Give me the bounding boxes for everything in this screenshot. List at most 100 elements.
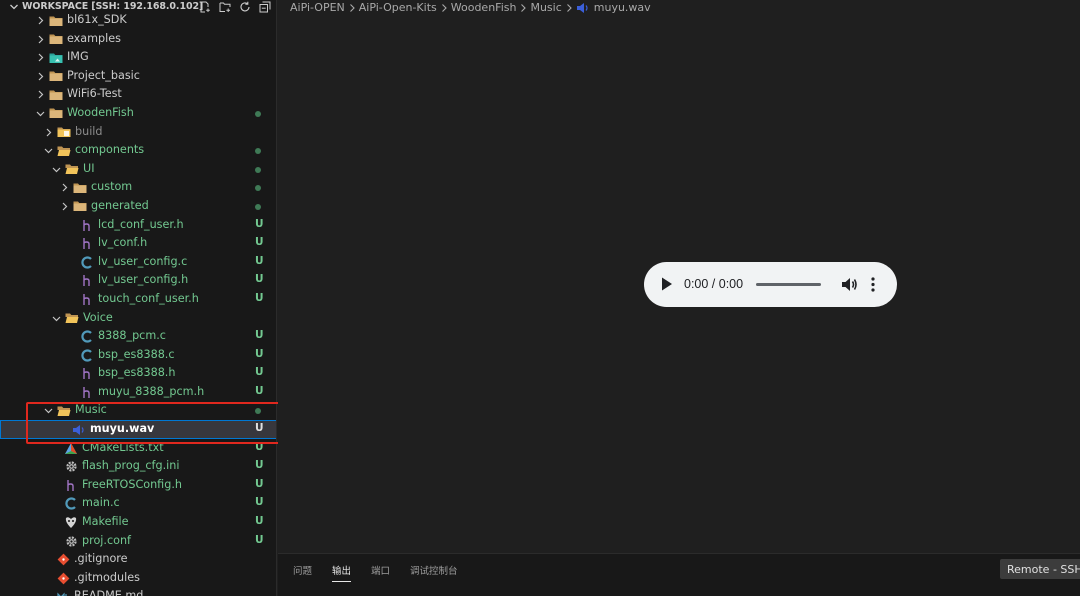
tree-item-label: lcd_conf_user.h xyxy=(98,217,184,231)
tree-item-label: components xyxy=(75,143,145,157)
tree-file-item[interactable]: bsp_es8388.h U xyxy=(0,364,276,383)
c-file-icon xyxy=(80,330,94,343)
tab-debug-console[interactable]: 调试控制台 xyxy=(410,563,458,581)
tree-item-label: .gitignore xyxy=(74,552,128,566)
chevron-right-icon[interactable] xyxy=(60,183,69,192)
tree-file-item[interactable]: .gitmodules xyxy=(0,569,276,588)
header-file-icon xyxy=(80,274,94,287)
tree-folder-item[interactable]: generated xyxy=(0,197,276,216)
git-status-badge: U xyxy=(255,384,264,397)
tree-folder-item[interactable]: examples xyxy=(0,30,276,49)
tree-file-item[interactable]: bsp_es8388.c U xyxy=(0,346,276,365)
chevron-right-icon xyxy=(349,3,355,12)
chevron-right-icon[interactable] xyxy=(36,35,45,44)
git-modified-dot xyxy=(255,110,261,117)
git-status-badge: U xyxy=(255,440,264,453)
tab-output[interactable]: 输出 xyxy=(332,563,352,582)
chevron-right-icon[interactable] xyxy=(60,202,69,211)
tree-item-label: Makefile xyxy=(82,515,129,529)
tree-file-item[interactable]: .gitignore xyxy=(0,550,276,569)
folder-icon xyxy=(73,200,87,213)
folder-icon xyxy=(49,33,63,46)
tree-file-item[interactable]: flash_prog_cfg.ini U xyxy=(0,457,276,476)
tree-file-item[interactable]: README.md xyxy=(0,587,276,596)
tree-folder-item[interactable]: build xyxy=(0,123,276,142)
tree-file-item[interactable]: Makefile U xyxy=(0,513,276,532)
chevron-right-icon[interactable] xyxy=(44,128,53,137)
tree-folder-item[interactable]: custom xyxy=(0,178,276,197)
folder-open-icon xyxy=(65,163,79,176)
settings-file-icon xyxy=(64,535,78,548)
tree-item-label: UI xyxy=(83,161,95,175)
tab-problems[interactable]: 问题 xyxy=(293,563,312,581)
chevron-right-icon[interactable] xyxy=(36,90,45,99)
chevron-down-icon[interactable] xyxy=(52,314,61,323)
breadcrumb-item-current[interactable]: muyu.wav xyxy=(576,1,651,14)
tree-folder-item[interactable]: bl61x_SDK xyxy=(0,11,276,30)
git-status-badge: U xyxy=(255,273,264,286)
chevron-down-icon[interactable] xyxy=(36,109,45,118)
audio-progress-slider[interactable] xyxy=(756,283,821,286)
tree-item-label: touch_conf_user.h xyxy=(98,291,199,305)
tree-folder-item[interactable]: Project_basic xyxy=(0,67,276,86)
tree-file-item[interactable]: lv_user_config.c U xyxy=(0,253,276,272)
tree-item-label: muyu.wav xyxy=(90,422,155,436)
tree-file-item[interactable]: proj.conf U xyxy=(0,532,276,551)
tree-item-label: README.md xyxy=(74,589,144,596)
tree-file-item[interactable]: main.c U xyxy=(0,494,276,513)
chevron-right-icon[interactable] xyxy=(36,53,45,62)
chevron-right-icon xyxy=(566,3,572,12)
tree-item-label: Voice xyxy=(83,310,113,324)
chevron-right-icon[interactable] xyxy=(36,72,45,81)
breadcrumb-item[interactable]: AiPi-OPEN xyxy=(290,1,345,14)
tree-item-label: IMG xyxy=(67,50,89,64)
tree-item-label: generated xyxy=(91,198,149,212)
tab-ports[interactable]: 端口 xyxy=(371,563,390,581)
git-modified-dot xyxy=(255,203,261,210)
tree-folder-item[interactable]: IMG xyxy=(0,48,276,67)
chevron-down-icon[interactable] xyxy=(44,406,53,415)
git-status-badge: U xyxy=(255,347,264,360)
play-icon[interactable] xyxy=(661,277,673,291)
folder-open-icon xyxy=(57,404,71,417)
tree-folder-item[interactable]: WoodenFish xyxy=(0,104,276,123)
c-file-icon xyxy=(80,256,94,269)
tree-file-item[interactable]: lcd_conf_user.h U xyxy=(0,216,276,235)
tree-file-item[interactable]: muyu.wav U xyxy=(0,420,276,439)
remote-ssh-button[interactable]: Remote - SSH xyxy=(1000,559,1080,579)
folder-icon xyxy=(49,70,63,83)
tree-folder-item[interactable]: WiFi6-Test xyxy=(0,85,276,104)
tree-file-item[interactable]: muyu_8388_pcm.h U xyxy=(0,383,276,402)
volume-icon[interactable] xyxy=(841,276,858,293)
git-status-badge: U xyxy=(255,477,264,490)
more-options-icon[interactable] xyxy=(870,276,876,293)
breadcrumb-item[interactable]: Music xyxy=(530,1,561,14)
tree-file-item[interactable]: FreeRTOSConfig.h U xyxy=(0,476,276,495)
bottom-panel: 问题 输出 端口 调试控制台 xyxy=(278,553,1080,596)
tree-file-item[interactable]: 8388_pcm.c U xyxy=(0,327,276,346)
tree-item-label: .gitmodules xyxy=(74,570,140,584)
tree-folder-item[interactable]: Music xyxy=(0,401,276,420)
tree-folder-item[interactable]: Voice xyxy=(0,309,276,328)
tree-file-item[interactable]: lv_conf.h U xyxy=(0,234,276,253)
folder-icon xyxy=(49,107,63,120)
breadcrumb-item[interactable]: AiPi-Open-Kits xyxy=(359,1,437,14)
tree-file-item[interactable]: lv_user_config.h U xyxy=(0,271,276,290)
chevron-down-icon[interactable] xyxy=(44,146,53,155)
git-status-badge: U xyxy=(255,254,264,267)
folder-icon xyxy=(49,88,63,101)
tree-folder-item[interactable]: UI xyxy=(0,160,276,179)
breadcrumb-item[interactable]: WoodenFish xyxy=(451,1,517,14)
tree-folder-item[interactable]: components xyxy=(0,141,276,160)
tree-file-item[interactable]: touch_conf_user.h U xyxy=(0,290,276,309)
tree-file-item[interactable]: CMakeLists.txt U xyxy=(0,439,276,458)
chevron-right-icon xyxy=(521,3,527,12)
audio-player[interactable]: 0:00 / 0:00 xyxy=(644,262,897,307)
header-file-icon xyxy=(80,219,94,232)
tree-item-label: flash_prog_cfg.ini xyxy=(82,459,180,473)
chevron-down-icon[interactable] xyxy=(52,165,61,174)
chevron-right-icon[interactable] xyxy=(36,16,45,25)
tree-item-label: 8388_pcm.c xyxy=(98,329,166,343)
build-folder-icon xyxy=(57,126,71,139)
header-file-icon xyxy=(80,237,94,250)
